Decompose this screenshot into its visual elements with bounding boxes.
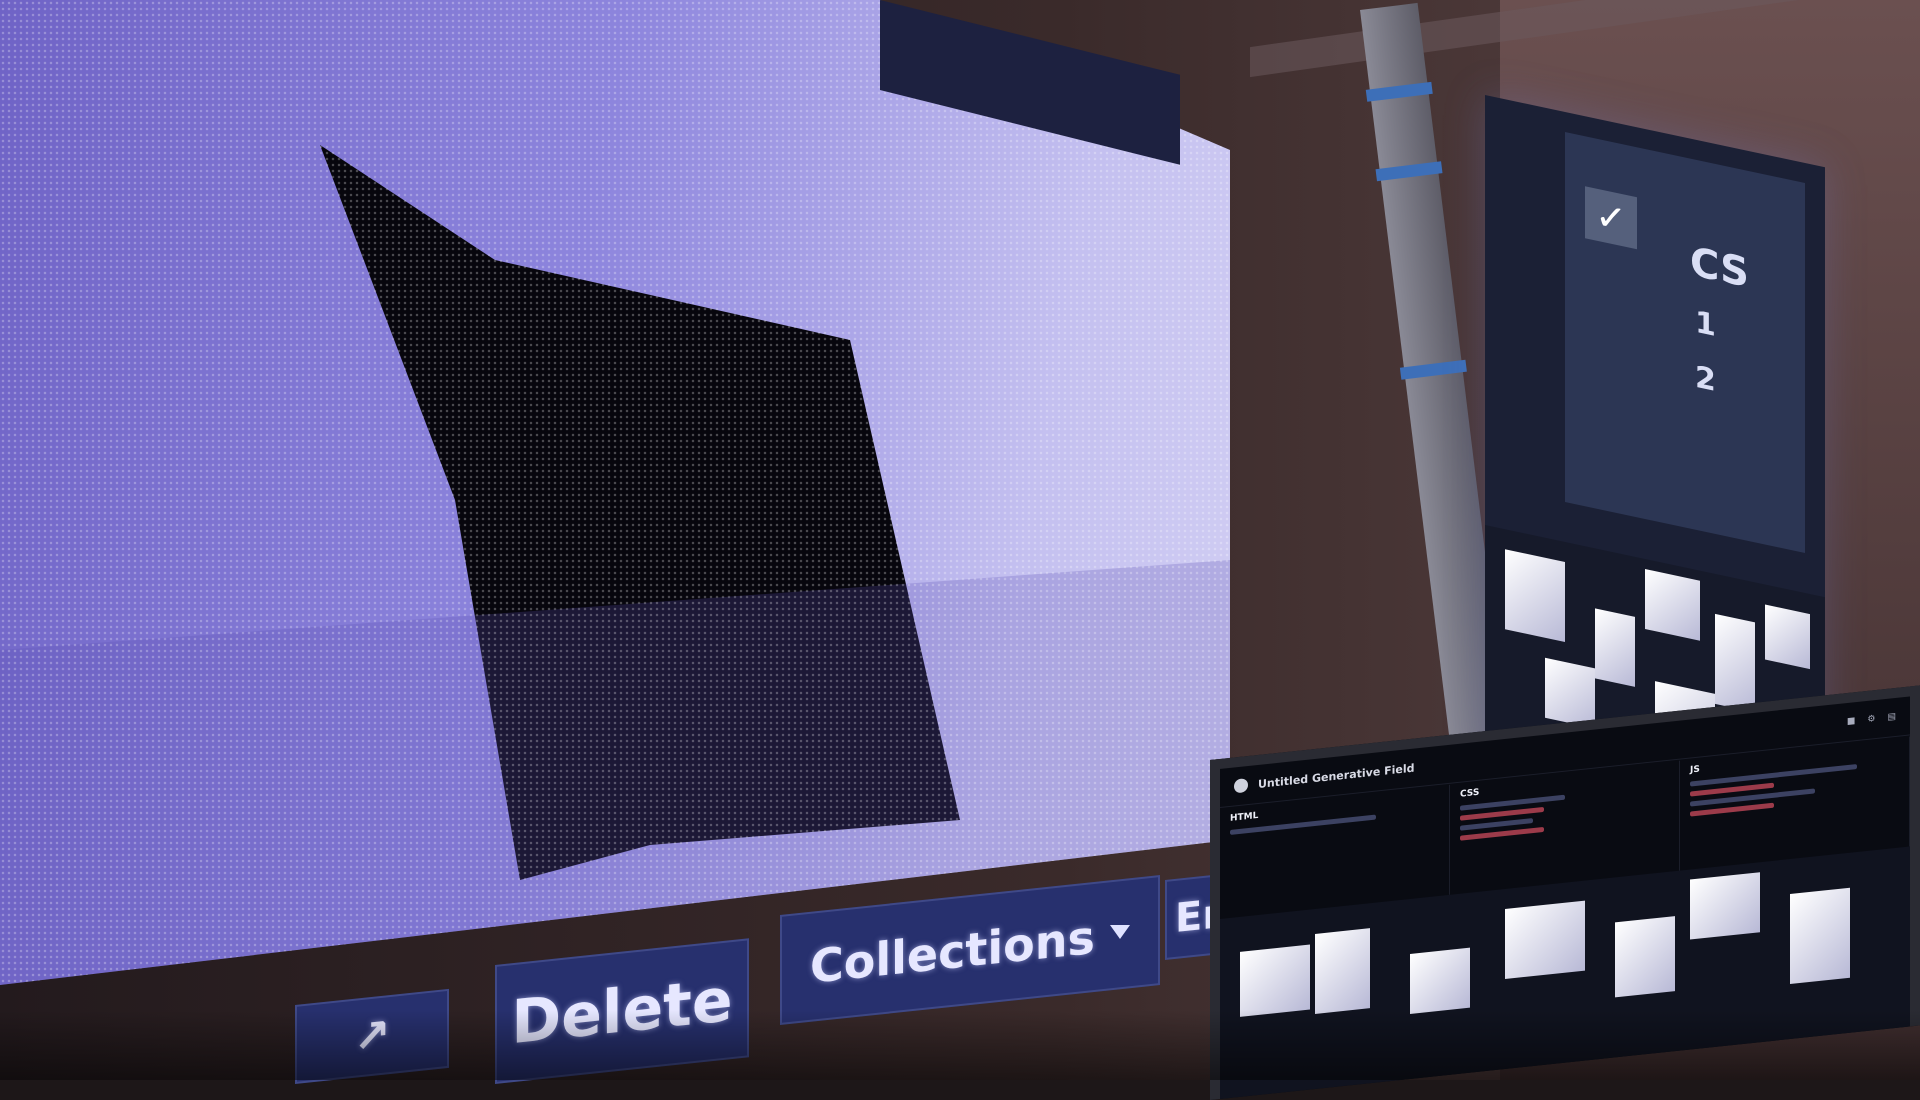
pole-clamp: [1399, 359, 1467, 380]
checkmark-icon[interactable]: ✓: [1585, 186, 1637, 250]
cube: [1790, 887, 1850, 985]
cube: [1595, 608, 1635, 687]
line-number-1: 1: [1695, 304, 1716, 345]
pole-clamp: [1365, 81, 1433, 102]
collections-label: Collections: [810, 909, 1095, 994]
settings-icon[interactable]: ⚙: [1867, 714, 1875, 725]
cube: [1505, 549, 1565, 643]
editor-title: Untitled Generative Field: [1258, 761, 1415, 791]
cube: [1765, 604, 1810, 670]
cube: [1645, 569, 1700, 641]
editor-toolbar: ■ ⚙ ▤: [1847, 712, 1896, 727]
cube: [1505, 900, 1585, 979]
led-display-wall: [0, 0, 1230, 985]
layout-icon[interactable]: ▤: [1887, 712, 1896, 723]
cube: [1615, 916, 1675, 998]
app-logo-icon: [1234, 778, 1248, 794]
cube: [1690, 872, 1760, 940]
external-link-icon: ↗: [353, 1008, 391, 1064]
cube: [1315, 928, 1370, 1014]
cube: [1715, 613, 1755, 713]
cube: [1240, 944, 1310, 1017]
line-number-2: 2: [1695, 359, 1716, 400]
cube: [1410, 947, 1470, 1014]
chevron-down-icon[interactable]: [1110, 925, 1130, 939]
pole-clamp: [1375, 161, 1443, 182]
cube: [1545, 657, 1595, 729]
save-icon[interactable]: ■: [1847, 716, 1856, 727]
open-external-button[interactable]: ↗: [295, 988, 449, 1084]
led-pixel-grid: [0, 0, 1230, 985]
